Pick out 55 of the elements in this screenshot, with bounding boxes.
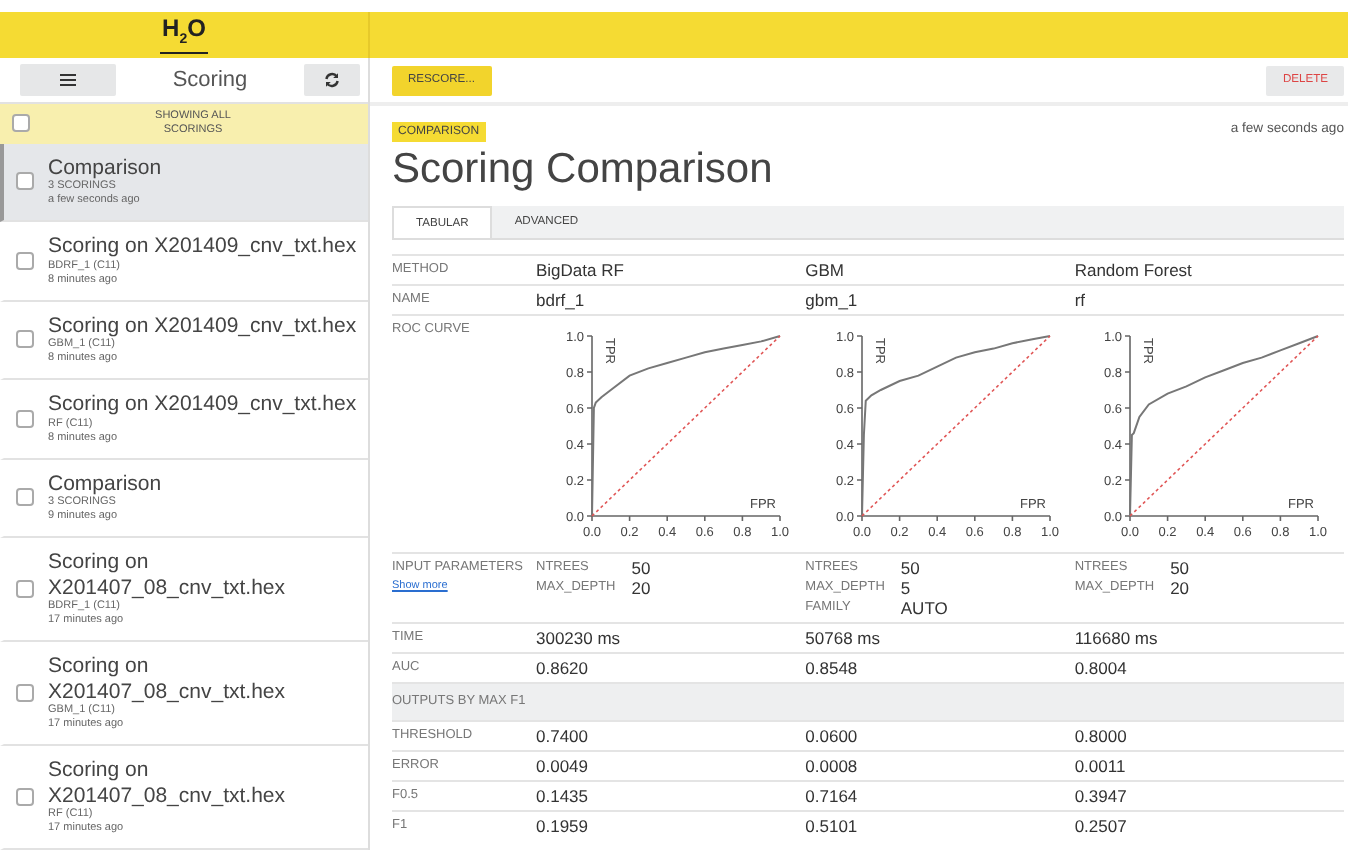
table-cell-text: 0.1959 (536, 816, 590, 836)
table-cell-text: 0.3947 (1074, 786, 1129, 806)
param-value: 5 (900, 578, 913, 598)
item-title: Scoring on X201407_08_cnv_txt.hex (48, 758, 288, 808)
table-cell-text: bdrf_1 (536, 290, 587, 310)
table-cell-text: 0.0011 (1074, 756, 1128, 776)
item-title: Scoring on X201409_cnv_txt.hex (48, 313, 357, 337)
table-cell-text: 116680 ms (1074, 628, 1160, 648)
item-title: Scoring on X201409_cnv_txt.hex (48, 234, 357, 259)
table-cell-text: 0.2507 (1074, 816, 1129, 836)
table-cell-text: BigData RF (536, 260, 626, 280)
item-title: Comparison (48, 155, 162, 179)
table-cell-text: 50768 ms (805, 628, 882, 648)
logo: H$_{2}$O (160, 15, 208, 55)
item-title: Scoring on X201407_08_cnv_txt.hex (48, 654, 288, 704)
param-value: 50 (1170, 558, 1190, 578)
table-cell-text: 0.0049 (536, 756, 590, 776)
table-cell-text: GBM (805, 260, 847, 280)
table-cell-text: 0.8548 (805, 658, 860, 678)
refresh-button[interactable] (303, 64, 360, 96)
table-cell-text: 300230 ms (536, 628, 623, 648)
table-cell-text: 0.0600 (805, 726, 860, 746)
param-value: 50 (631, 558, 651, 578)
item-title: Comparison (48, 471, 162, 495)
table-cell-text: gbm_1 (805, 290, 860, 310)
table-cell-text: 0.5101 (805, 816, 860, 836)
table-cell-text: rf (1074, 290, 1088, 310)
menu-icon (60, 74, 76, 86)
table-cell-text: 0.7400 (536, 726, 590, 746)
refresh-icon (323, 72, 340, 88)
param-value: AUTO (900, 598, 948, 618)
item-title: Scoring on X201409_cnv_txt.hex (48, 392, 357, 417)
table-cell-text: 0.0008 (805, 756, 860, 776)
table-cell-text: 0.8004 (1074, 658, 1129, 678)
sidebar-title: Scoring (172, 68, 248, 92)
checkbox[interactable] (12, 114, 30, 133)
menu-button[interactable] (20, 64, 116, 96)
table-cell-text: 0.7164 (805, 786, 860, 806)
item-title: Scoring on X201407_08_cnv_txt.hex (48, 550, 288, 600)
table-cell-text: 0.8000 (1074, 726, 1129, 746)
checkbox[interactable] (16, 580, 34, 598)
checkbox[interactable] (16, 684, 34, 702)
param-value: 20 (1170, 578, 1190, 598)
table-cell-text: Random Forest (1074, 260, 1194, 280)
param-value: 50 (900, 558, 922, 578)
checkbox[interactable] (16, 251, 34, 270)
table-cell-text: 0.1435 (536, 786, 590, 806)
checkbox[interactable] (16, 330, 34, 349)
page-title: Scoring Comparison (392, 144, 775, 196)
checkbox[interactable] (16, 788, 34, 806)
table-cell-text: 0.8620 (536, 658, 590, 678)
checkbox[interactable] (16, 172, 34, 191)
checkbox[interactable] (16, 409, 34, 428)
checkbox[interactable] (16, 488, 34, 507)
param-value: 20 (631, 578, 651, 598)
